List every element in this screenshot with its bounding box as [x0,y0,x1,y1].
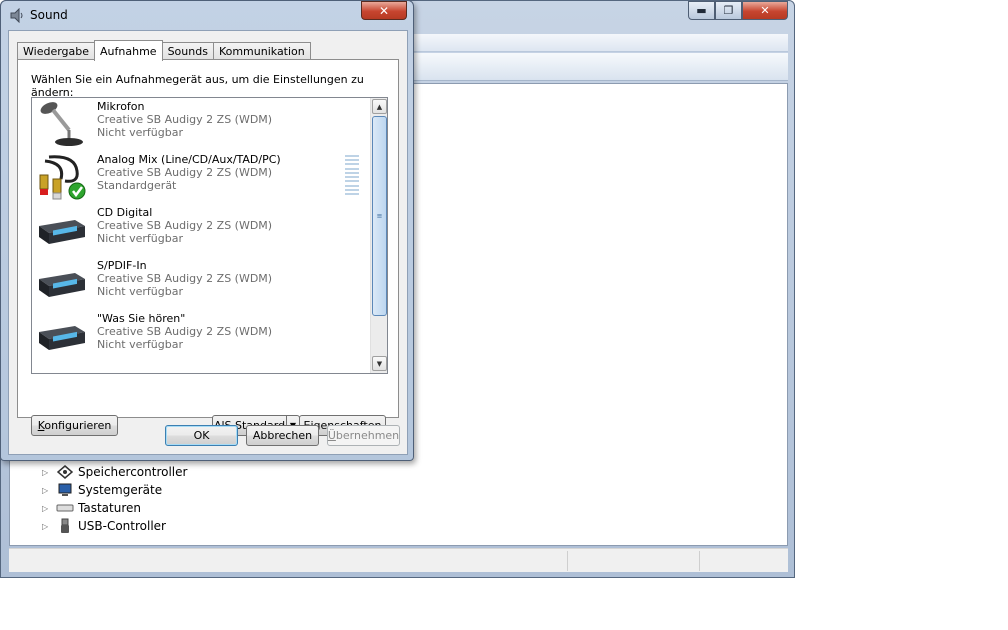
list-item-what-u-hear[interactable]: "Was Sie hören" Creative SB Audigy 2 ZS … [32,310,370,363]
expand-arrow-icon[interactable]: ▷ [42,486,52,495]
keyboard-icon [56,500,74,516]
tab-strip: Wiedergabe Aufnahme Sounds Kommunikation [17,40,311,61]
expand-arrow-icon[interactable]: ▷ [42,522,52,531]
expand-arrow-icon[interactable]: ▷ [42,504,52,513]
device-driver: Creative SB Audigy 2 ZS (WDM) [97,166,273,179]
sound-device-icon [35,259,87,307]
tree-item-label: Tastaturen [78,501,141,515]
recording-panel: Wählen Sie ein Aufnahmegerät aus, um die… [17,59,399,436]
tab-communication[interactable]: Kommunikation [212,42,311,60]
tree-item-usb-controller[interactable]: ▷ USB-Controller [42,517,166,535]
tree-item-storage-controller[interactable]: ▷ Speichercontroller [42,463,187,481]
close-button[interactable]: ✕ [742,1,788,20]
list-item-spdif-in[interactable]: S/PDIF-In Creative SB Audigy 2 ZS (WDM) … [32,257,370,310]
device-status: Nicht verfügbar [97,285,183,298]
list-item-cd-digital[interactable]: CD Digital Creative SB Audigy 2 ZS (WDM)… [32,204,370,257]
system-devices-icon [56,482,74,498]
device-driver: Creative SB Audigy 2 ZS (WDM) [97,272,273,285]
dialog-title: Sound [30,8,68,22]
sound-dialog: Sound ✕ Wiedergabe Aufnahme Sounds Kommu… [0,0,414,461]
device-status: Nicht verfügbar [97,126,183,139]
minimize-button[interactable]: ▬ [688,1,715,20]
configure-button[interactable]: Konfigurieren [31,415,118,436]
device-driver: Creative SB Audigy 2 ZS (WDM) [97,325,273,338]
device-driver: Creative SB Audigy 2 ZS (WDM) [97,113,273,126]
level-meter [345,155,359,195]
device-name: "Was Sie hören" [97,312,186,325]
dialog-body: Wiedergabe Aufnahme Sounds Kommunikation… [8,30,408,455]
list-item-microphone[interactable]: Mikrofon Creative SB Audigy 2 ZS (WDM) N… [32,98,370,151]
sound-device-icon [35,312,87,360]
tree-item-label: USB-Controller [78,519,166,533]
dialog-titlebar[interactable]: Sound ✕ [1,1,413,29]
device-status: Standardgerät [97,179,177,192]
sound-device-icon [35,206,87,254]
microphone-icon [35,100,87,148]
instruction-text: Wählen Sie ein Aufnahmegerät aus, um die… [31,73,364,99]
device-name: Analog Mix (Line/CD/Aux/TAD/PC) [97,153,281,166]
tree-item-label: Speichercontroller [78,465,188,479]
expand-arrow-icon[interactable]: ▷ [42,468,52,477]
ok-button[interactable]: OK [165,425,238,446]
scroll-thumb[interactable]: ≡ [372,116,387,316]
tab-playback[interactable]: Wiedergabe [17,42,96,60]
tree-item-label: Systemgeräte [78,483,163,497]
tree-item-keyboards[interactable]: ▷ Tastaturen [42,499,141,517]
device-driver: Creative SB Audigy 2 ZS (WDM) [97,219,273,232]
status-bar [9,548,788,572]
list-item-analog-mix[interactable]: Analog Mix (Line/CD/Aux/TAD/PC) Creative… [32,151,370,204]
apply-button[interactable]: Übernehmen [327,425,400,446]
usb-icon [56,518,74,534]
storage-controller-icon [56,464,74,480]
cancel-button[interactable]: Abbrechen [246,425,319,446]
speaker-icon [9,7,25,24]
device-name: Mikrofon [97,100,145,113]
device-name: CD Digital [97,206,153,219]
device-status: Nicht verfügbar [97,338,183,351]
scroll-down-button[interactable]: ▼ [372,356,387,371]
list-scrollbar[interactable]: ▲ ≡ ▼ [370,98,387,373]
dialog-close-button[interactable]: ✕ [361,1,407,20]
tab-sounds[interactable]: Sounds [161,42,214,60]
scroll-up-button[interactable]: ▲ [372,99,387,114]
maximize-button[interactable]: ❐ [715,1,742,20]
device-name: S/PDIF-In [97,259,147,272]
tab-recording[interactable]: Aufnahme [94,40,163,61]
device-list[interactable]: Mikrofon Creative SB Audigy 2 ZS (WDM) N… [31,97,388,374]
cable-default-icon [35,153,87,201]
device-status: Nicht verfügbar [97,232,183,245]
tree-item-system-devices[interactable]: ▷ Systemgeräte [42,481,162,499]
